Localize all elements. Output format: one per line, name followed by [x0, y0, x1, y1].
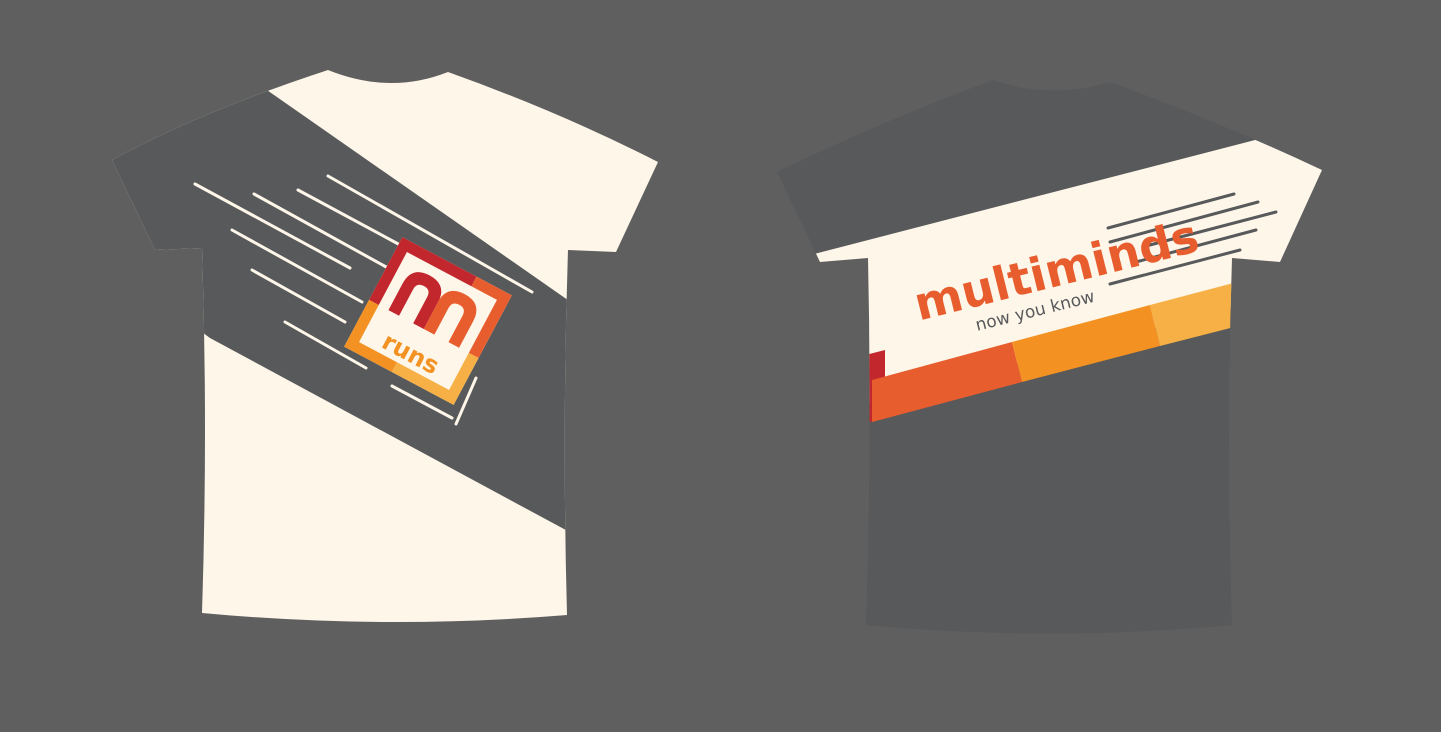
- stripe-red: [777, 350, 885, 450]
- tshirt-mockup-scene: runs multiminds now you know: [112, 70, 1322, 634]
- back-tshirt: runs: [112, 70, 658, 623]
- front-tshirt: multiminds now you know: [777, 80, 1322, 634]
